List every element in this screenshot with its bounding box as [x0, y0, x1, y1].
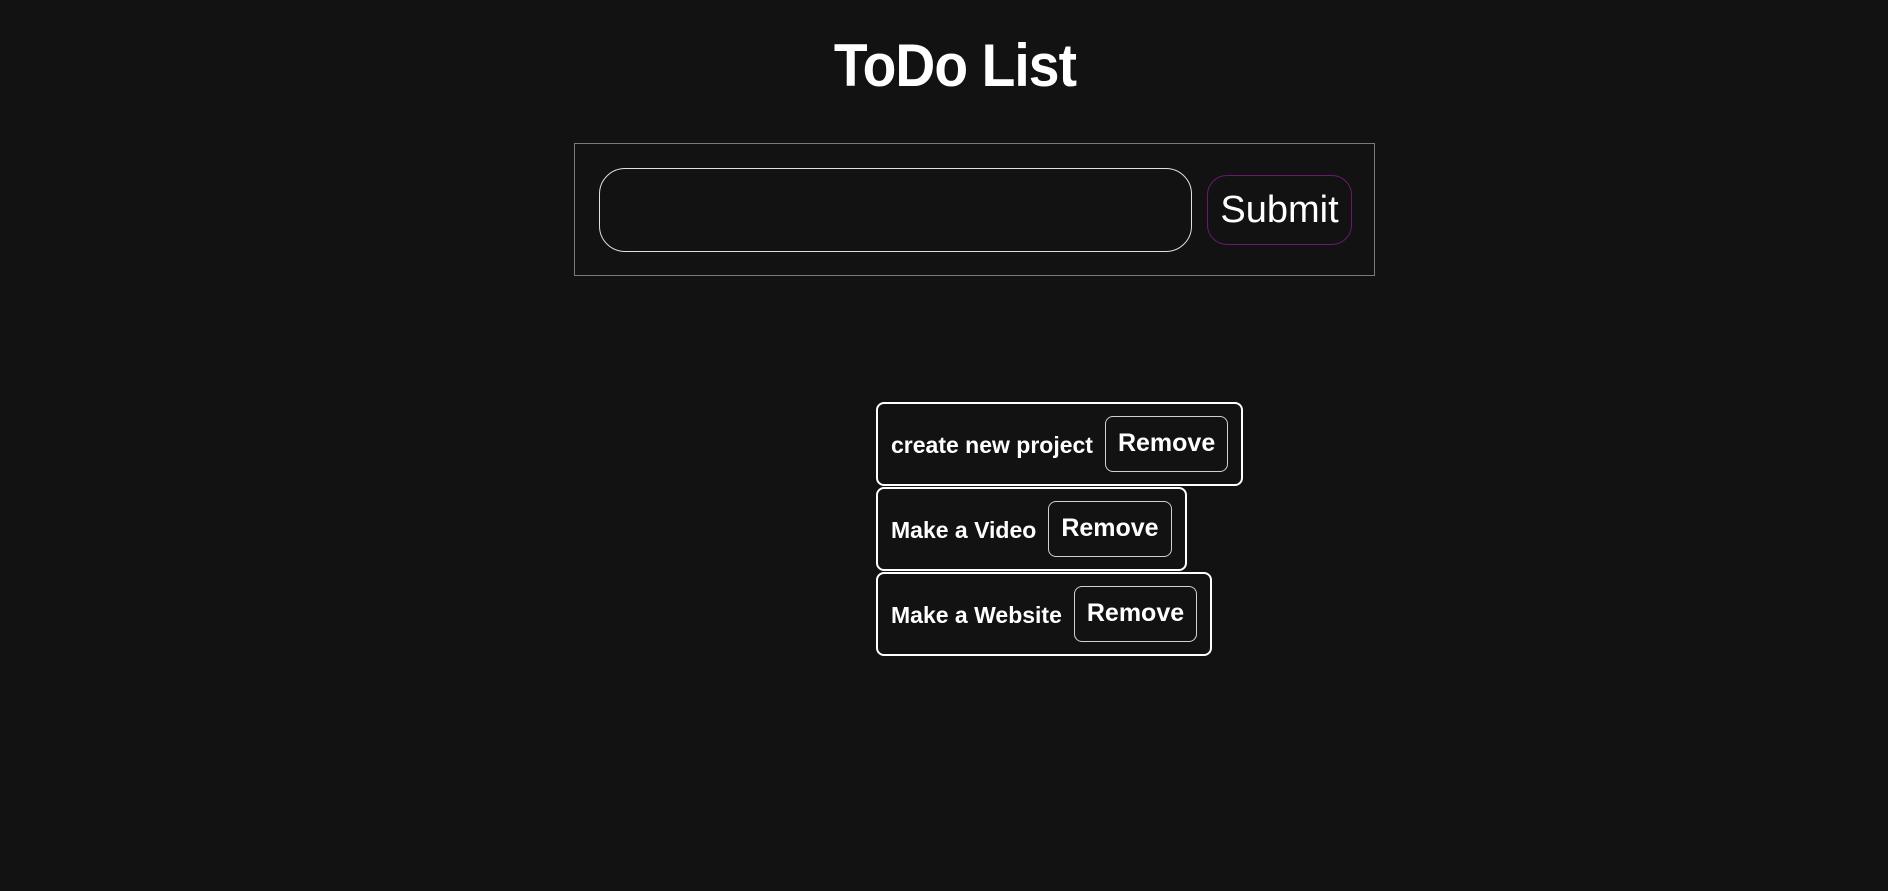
todo-item: Make a Website Remove [876, 572, 1213, 656]
todo-item-text: create new project [891, 431, 1093, 458]
todo-item: Make a Video Remove [876, 487, 1187, 571]
page-title: ToDo List [833, 32, 1077, 99]
todo-form: Submit [574, 143, 1375, 276]
submit-button[interactable]: Submit [1207, 175, 1352, 245]
todo-input[interactable] [599, 168, 1192, 252]
remove-button[interactable]: Remove [1104, 416, 1229, 472]
todo-item: create new project Remove [876, 402, 1244, 486]
todo-list: create new project Remove Make a Video R… [876, 402, 1244, 657]
remove-button[interactable]: Remove [1073, 586, 1198, 642]
todo-item-text: Make a Video [891, 516, 1037, 543]
remove-button[interactable]: Remove [1048, 501, 1172, 557]
page: ToDo List Submit create new project Remo… [0, 0, 1888, 891]
todo-item-text: Make a Website [891, 601, 1062, 628]
